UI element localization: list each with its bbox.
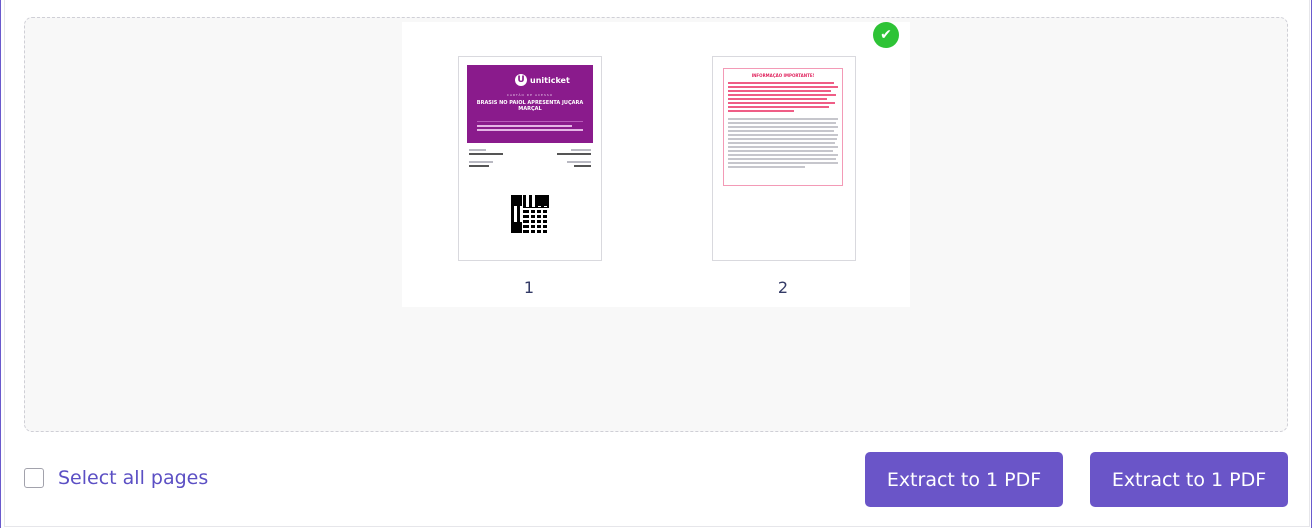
ticket-event-info (477, 125, 583, 133)
check-icon[interactable]: ✔ (873, 22, 899, 48)
page-number-1: 1 (523, 278, 535, 297)
ticket-code-row (469, 161, 591, 173)
page-number-2: 2 (777, 278, 789, 297)
page-thumbnail-1[interactable]: U uniticket CARTÃO DE ACESSO BRASIS NO P… (458, 56, 602, 261)
ticket-event-title: BRASIS NO PAIOL APRESENTA JUÇARA MARÇAL (476, 100, 584, 112)
select-all-label[interactable]: Select all pages (58, 467, 208, 489)
ticket-subtitle: CARTÃO DE ACESSO (506, 93, 554, 97)
ticket-brand: uniticket (530, 75, 570, 85)
ticket-header: U uniticket CARTÃO DE ACESSO BRASIS NO P… (467, 65, 593, 143)
info-title: INFORMAÇÃO IMPORTANTE! (751, 73, 815, 78)
select-all-checkbox[interactable] (24, 468, 44, 488)
qr-code (511, 195, 549, 233)
page-thumbnail-2[interactable]: INFORMAÇÃO IMPORTANTE! (712, 56, 856, 261)
extract-to-pdf-button-1[interactable]: Extract to 1 PDF (865, 452, 1063, 507)
ticket-divider (477, 121, 583, 122)
important-info-box: INFORMAÇÃO IMPORTANTE! (723, 68, 843, 186)
extract-to-pdf-button-2[interactable]: Extract to 1 PDF (1090, 452, 1288, 507)
ticket-holder-row (469, 149, 591, 161)
select-all-pages[interactable]: Select all pages (24, 467, 208, 489)
uniticket-logo: U uniticket (515, 74, 570, 86)
uniticket-logo-icon: U (515, 74, 527, 86)
